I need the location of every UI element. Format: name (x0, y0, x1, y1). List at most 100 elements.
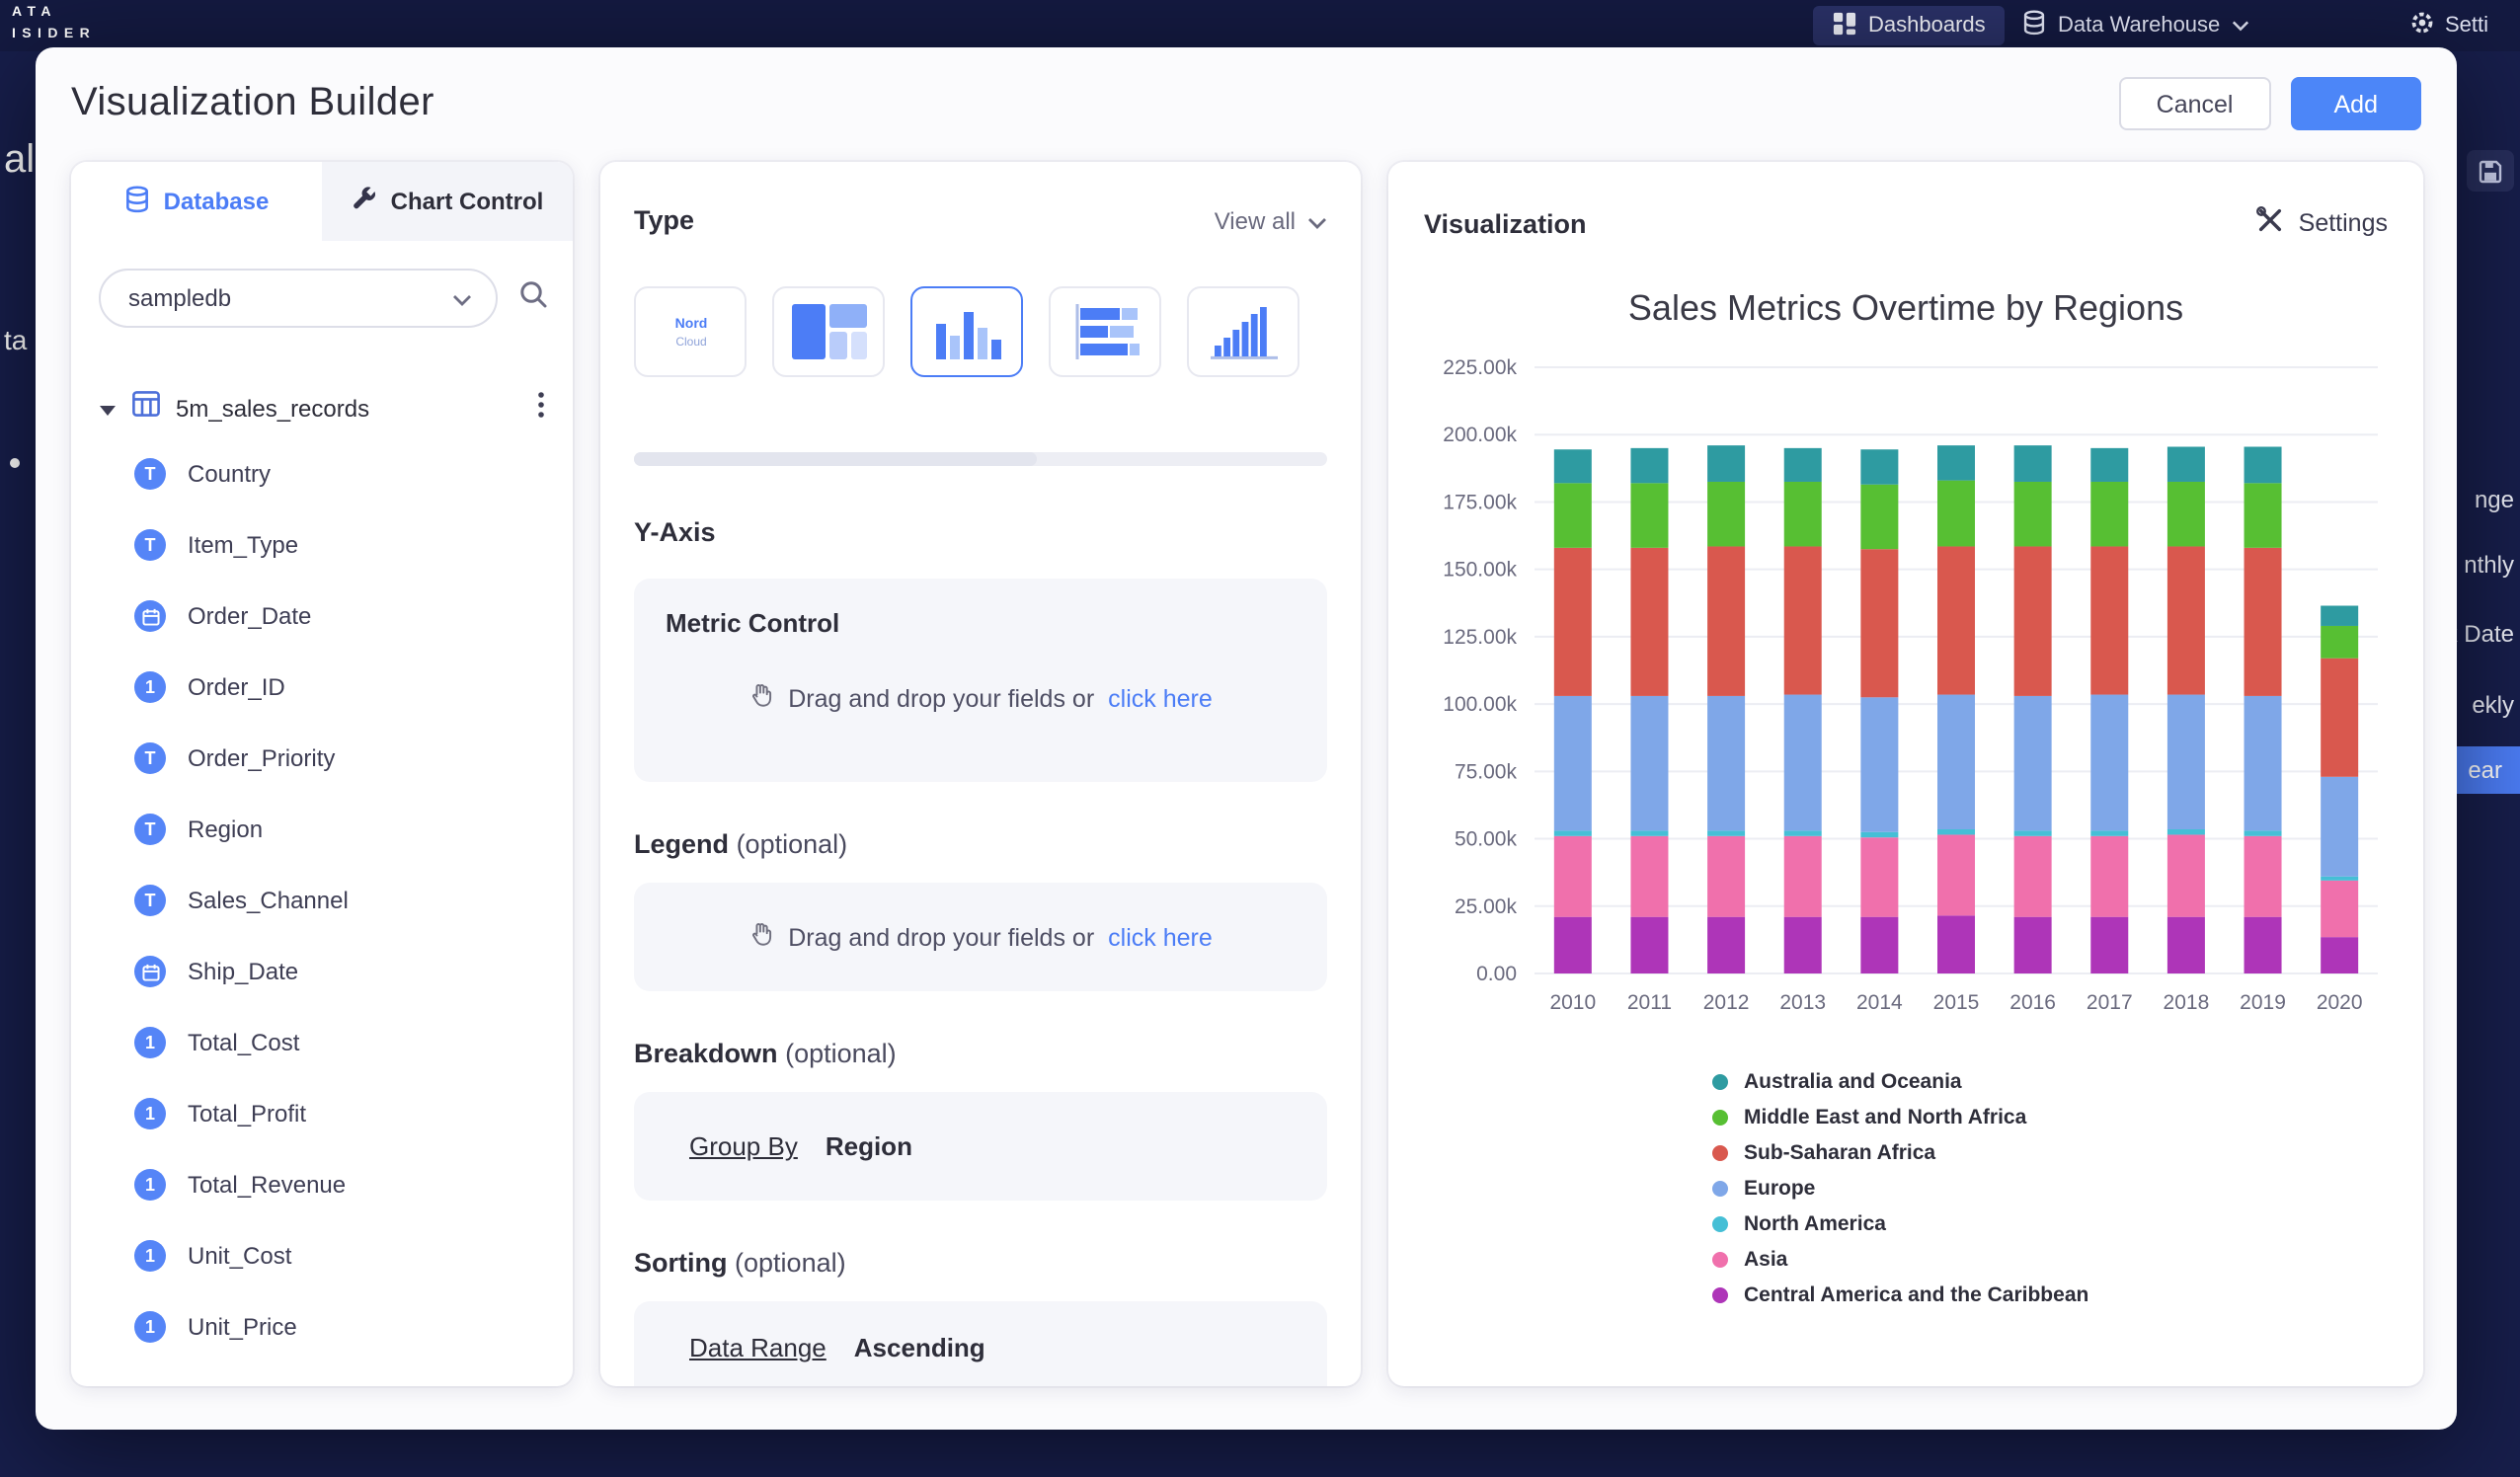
bar-segment[interactable] (1860, 697, 1898, 831)
bar-segment[interactable] (2167, 447, 2205, 482)
field-row-unit_price[interactable]: 1Unit_Price (134, 1291, 573, 1362)
chart-type-column[interactable] (910, 286, 1023, 377)
caret-down-icon[interactable] (99, 391, 117, 427)
legend-item[interactable]: Europe (1712, 1177, 2388, 1201)
bar-segment[interactable] (1860, 549, 1898, 697)
bar-segment[interactable] (2244, 836, 2282, 917)
field-row-order_date[interactable]: Order_Date (134, 581, 573, 652)
bar-segment[interactable] (2014, 830, 2052, 835)
bar-segment[interactable] (2244, 917, 2282, 973)
view-all-button[interactable]: View all (1215, 206, 1327, 234)
data-range-label[interactable]: Data Range (689, 1333, 827, 1362)
bar-segment[interactable] (2244, 483, 2282, 547)
field-row-item_type[interactable]: TItem_Type (134, 509, 573, 581)
bar-segment[interactable] (2014, 836, 2052, 917)
bar-segment[interactable] (2090, 695, 2128, 831)
bar-segment[interactable] (1630, 483, 1668, 547)
bar-segment[interactable] (1554, 696, 1592, 830)
bar-segment[interactable] (2321, 877, 2358, 881)
bar-segment[interactable] (2321, 881, 2358, 937)
bar-segment[interactable] (2167, 834, 2205, 916)
bar-segment[interactable] (2244, 696, 2282, 830)
tab-database[interactable]: Database (71, 162, 322, 241)
bar-segment[interactable] (1630, 836, 1668, 917)
bar-segment[interactable] (1554, 917, 1592, 973)
field-row-country[interactable]: TCountry (134, 438, 573, 509)
settings-button[interactable]: Settings (2255, 205, 2388, 241)
legend-item[interactable]: Sub-Saharan Africa (1712, 1141, 2388, 1165)
legend-item[interactable]: North America (1712, 1212, 2388, 1236)
field-row-sales_channel[interactable]: TSales_Channel (134, 865, 573, 936)
bar-segment[interactable] (1784, 917, 1822, 973)
metric-control-dropzone[interactable]: Metric Control Drag and drop your fields… (634, 579, 1327, 782)
chart-type-wordcloud[interactable]: NordCloud (634, 286, 747, 377)
bar-segment[interactable] (1630, 448, 1668, 483)
bar-segment[interactable] (1937, 481, 1975, 547)
bar-segment[interactable] (2244, 447, 2282, 484)
bar-segment[interactable] (1707, 836, 1745, 917)
legend-item[interactable]: Asia (1712, 1248, 2388, 1272)
legend-item[interactable]: Australia and Oceania (1712, 1070, 2388, 1094)
breakdown-field[interactable]: Group By Region (634, 1092, 1327, 1201)
group-by-value[interactable]: Region (826, 1131, 912, 1161)
bar-segment[interactable] (1937, 445, 1975, 480)
scrollbar-thumb[interactable] (634, 452, 1036, 466)
bar-segment[interactable] (1707, 482, 1745, 546)
database-select[interactable]: sampledb (99, 269, 498, 328)
bar-segment[interactable] (1707, 917, 1745, 973)
bar-segment[interactable] (1937, 546, 1975, 694)
chart-type-stacked-rows[interactable] (1049, 286, 1161, 377)
bar-segment[interactable] (1707, 696, 1745, 830)
bar-segment[interactable] (1630, 696, 1668, 830)
bar-segment[interactable] (1554, 836, 1592, 917)
bar-segment[interactable] (2090, 546, 2128, 694)
click-here-link[interactable]: click here (1108, 684, 1213, 712)
bar-segment[interactable] (2014, 917, 2052, 973)
bar-segment[interactable] (2321, 777, 2358, 877)
save-icon-button[interactable] (2467, 150, 2514, 192)
bar-segment[interactable] (2090, 448, 2128, 482)
background-button-fragment[interactable]: ear (2446, 746, 2520, 794)
bar-segment[interactable] (1937, 834, 1975, 915)
bar-segment[interactable] (2014, 696, 2052, 830)
bar-segment[interactable] (2321, 606, 2358, 626)
group-by-label[interactable]: Group By (689, 1131, 798, 1161)
bar-segment[interactable] (1630, 830, 1668, 835)
bar-segment[interactable] (1860, 917, 1898, 973)
bar-segment[interactable] (2090, 836, 2128, 917)
bar-segment[interactable] (2321, 626, 2358, 659)
bar-segment[interactable] (1630, 548, 1668, 696)
tab-chart-control[interactable]: Chart Control (322, 162, 573, 241)
bar-segment[interactable] (2244, 830, 2282, 835)
legend-item[interactable]: Middle East and North Africa (1712, 1106, 2388, 1129)
bar-segment[interactable] (2167, 482, 2205, 546)
table-menu-button[interactable] (537, 390, 545, 428)
search-icon[interactable] (517, 277, 549, 319)
bar-segment[interactable] (2321, 937, 2358, 973)
bar-segment[interactable] (2167, 829, 2205, 834)
field-row-total_profit[interactable]: 1Total_Profit (134, 1078, 573, 1149)
bar-segment[interactable] (1784, 546, 1822, 694)
bar-segment[interactable] (1860, 485, 1898, 549)
bar-segment[interactable] (1707, 546, 1745, 695)
bar-segment[interactable] (1554, 548, 1592, 696)
chart-type-treemap[interactable] (772, 286, 885, 377)
legend-item[interactable]: Central America and the Caribbean (1712, 1283, 2388, 1307)
bar-segment[interactable] (1707, 830, 1745, 835)
field-row-ship_date[interactable]: Ship_Date (134, 936, 573, 1007)
chart-type-histogram[interactable] (1187, 286, 1299, 377)
bar-segment[interactable] (1784, 482, 1822, 546)
bar-segment[interactable] (1707, 445, 1745, 482)
bar-segment[interactable] (2244, 548, 2282, 696)
nav-dashboards[interactable]: Dashboards (1813, 6, 2006, 45)
bar-segment[interactable] (1784, 830, 1822, 835)
bar-segment[interactable] (1784, 695, 1822, 831)
bar-segment[interactable] (2321, 659, 2358, 777)
bar-segment[interactable] (1554, 830, 1592, 835)
bar-segment[interactable] (2090, 917, 2128, 973)
nav-data-warehouse[interactable]: Data Warehouse (2022, 6, 2249, 45)
bar-segment[interactable] (1860, 449, 1898, 484)
bar-segment[interactable] (2167, 917, 2205, 973)
nav-settings[interactable]: Setti (2409, 6, 2488, 45)
field-row-unit_cost[interactable]: 1Unit_Cost (134, 1220, 573, 1291)
